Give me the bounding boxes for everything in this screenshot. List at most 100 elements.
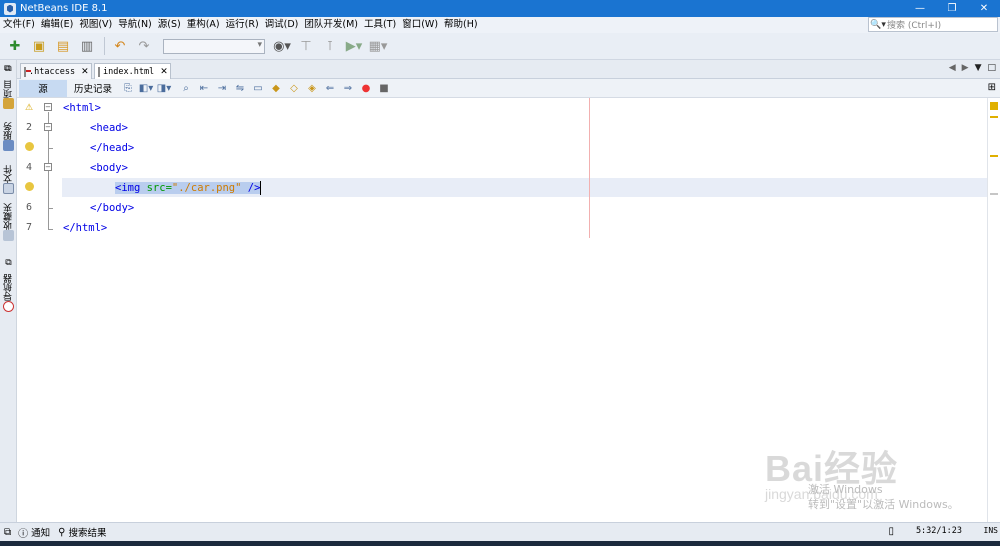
maximize-button[interactable]: ❐ [936, 0, 968, 17]
netbeans-icon [4, 2, 16, 15]
notifications-label: 通知 [31, 528, 51, 539]
menu-navigate[interactable]: 导航(N) [115, 17, 155, 33]
side-tab-services[interactable]: 服务 [1, 120, 16, 151]
tabs-restore-icon[interactable]: ⧉ [4, 64, 10, 74]
window-title: NetBeans IDE 8.1 [20, 3, 108, 14]
menu-view[interactable]: 视图(V) [76, 17, 115, 33]
fold-toggle[interactable]: − [44, 123, 52, 131]
fold-toggle[interactable]: − [44, 103, 52, 111]
menu-source[interactable]: 源(S) [155, 17, 184, 33]
menu-team[interactable]: 团队开发(M) [301, 17, 361, 33]
fold-toggle[interactable]: − [44, 163, 52, 171]
history-view-tab[interactable]: 历史记录 [67, 80, 119, 97]
side-tab-projects[interactable]: 项目 [1, 78, 16, 109]
side-restore-icon-2[interactable]: ⧉ [1, 258, 16, 268]
close-tab-icon[interactable]: ✕ [160, 67, 168, 77]
window-controls: — ❐ ✕ [904, 0, 1000, 17]
left-side-panel: ⧉ 项目 服务 文件 收藏夹 ⧉ 导航器 [0, 60, 17, 522]
code-line-6: </body> [90, 202, 135, 214]
clean-build-icon[interactable]: ⊺ [319, 36, 341, 56]
line-number: 4 [25, 162, 33, 173]
menu-window[interactable]: 窗口(W) [399, 17, 441, 33]
search-results-tab[interactable]: ⚲ 搜索结果 [58, 525, 106, 540]
os-taskbar [0, 541, 1000, 546]
notifications-tab[interactable]: ⓘ 通知 [18, 525, 50, 540]
back-icon[interactable]: ◧▾ [139, 81, 153, 95]
debug-icon[interactable]: ▦▾ [367, 36, 389, 56]
tab-scroll-left-icon[interactable]: ◀ [949, 63, 956, 73]
new-project-icon[interactable]: ▣ [28, 36, 50, 56]
hint-bulb-icon [25, 182, 34, 191]
menu-debug[interactable]: 调试(D) [262, 17, 302, 33]
maximize-editor-icon[interactable]: □ [987, 63, 996, 73]
stripe-marker[interactable] [990, 155, 998, 157]
redo-icon[interactable]: ↷ [133, 36, 155, 56]
favorites-icon [3, 230, 14, 241]
previous-bookmark-icon[interactable]: ◆ [269, 81, 283, 95]
undo-icon[interactable]: ↶ [109, 36, 131, 56]
forward-icon[interactable]: ◨▾ [157, 81, 171, 95]
build-hammer-icon[interactable]: ⊤ [295, 36, 317, 56]
editor-toolbar: 源 历史记录 ⎘ ◧▾ ◨▾ ⌕ ⇤ ⇥ ⇋ ▭ ◆ ◇ ◈ ⇐ ⇒ ● ■ ⊞ [17, 79, 1000, 98]
menu-edit[interactable]: 编辑(E) [38, 17, 76, 33]
side-tab-label: 文件 [4, 165, 14, 183]
side-tab-files[interactable]: 文件 [1, 163, 16, 194]
next-bookmark-icon[interactable]: ◇ [287, 81, 301, 95]
tab-htaccess[interactable]: .htaccess ✕ [20, 63, 92, 79]
configuration-select[interactable] [163, 38, 265, 54]
activate-line-2: 转到"设置"以激活 Windows。 [808, 498, 959, 511]
close-button[interactable]: ✕ [968, 0, 1000, 17]
src-attribute: src= [146, 182, 172, 194]
code-line-4: <body> [90, 162, 128, 174]
close-tab-icon[interactable]: ✕ [81, 67, 89, 77]
editor-tab-bar: ⧉ .htaccess ✕ index.html ✕ ◀ ▶ ▼ □ [4, 60, 1000, 80]
side-tab-label: 服务 [4, 122, 14, 140]
find-next-icon[interactable]: ⇥ [215, 81, 229, 95]
stripe-marker[interactable] [990, 193, 998, 195]
menu-file[interactable]: 文件(F) [0, 17, 38, 33]
save-all-icon[interactable]: ▥ [76, 36, 98, 56]
last-edit-icon[interactable]: ⎘ [121, 81, 135, 95]
shift-right-icon[interactable]: ⇒ [341, 81, 355, 95]
menu-help[interactable]: 帮助(H) [441, 17, 481, 33]
quick-search-input[interactable]: 🔍▾ 搜索 (Ctrl+I) [868, 17, 998, 32]
main-toolbar: ✚ ▣ ▤ ▥ ↶ ↷ ◉▾ ⊤ ⊺ ▶▾ ▦▾ [0, 33, 1000, 60]
find-selection-icon[interactable]: ⇋ [233, 81, 247, 95]
shift-left-icon[interactable]: ⇐ [323, 81, 337, 95]
toggle-highlight-icon[interactable]: ▭ [251, 81, 265, 95]
new-file-icon[interactable]: ✚ [4, 36, 26, 56]
menu-run[interactable]: 运行(R) [223, 17, 262, 33]
browser-globe-icon[interactable]: ◉▾ [271, 36, 293, 56]
notification-bell-icon[interactable]: ▯ [888, 526, 894, 537]
stop-macro-icon[interactable]: ■ [377, 81, 391, 95]
side-tab-label: 项目 [4, 80, 14, 98]
warning-icon: ⚠ [25, 103, 34, 113]
run-icon[interactable]: ▶▾ [343, 36, 365, 56]
find-previous-icon[interactable]: ⇤ [197, 81, 211, 95]
menu-tools[interactable]: 工具(T) [361, 17, 399, 33]
code-line-1: <html> [63, 102, 101, 114]
tab-index-html[interactable]: index.html ✕ [94, 63, 171, 80]
side-tab-favorites[interactable]: 收藏夹 [1, 201, 16, 241]
find-icon[interactable]: ⌕ [179, 81, 193, 95]
error-stripe[interactable] [987, 98, 1000, 522]
html-file-icon [98, 67, 100, 77]
source-view-tab[interactable]: 源 [19, 79, 67, 97]
minimize-button[interactable]: — [904, 0, 936, 17]
split-editor-icon[interactable]: ⊞ [988, 82, 996, 93]
tab-list-dropdown-icon[interactable]: ▼ [975, 63, 982, 73]
side-tab-navigator[interactable]: 导航器 [1, 272, 16, 312]
open-project-icon[interactable]: ▤ [52, 36, 74, 56]
stripe-marker[interactable] [990, 116, 998, 118]
fold-guide [48, 208, 53, 209]
search-icon: ⚲ [58, 526, 66, 538]
menu-refactor[interactable]: 重构(A) [184, 17, 223, 33]
activate-line-1: 激活 Windows [808, 483, 883, 496]
line-number: 6 [25, 202, 33, 213]
tab-scroll-right-icon[interactable]: ▶ [962, 63, 969, 73]
toggle-bookmark-icon[interactable]: ◈ [305, 81, 319, 95]
activate-windows-notice: 激活 Windows 转到"设置"以激活 Windows。 [808, 482, 959, 512]
start-macro-icon[interactable]: ● [359, 81, 373, 95]
status-restore-icon[interactable]: ⧉ [4, 527, 14, 538]
projects-icon [3, 98, 14, 109]
